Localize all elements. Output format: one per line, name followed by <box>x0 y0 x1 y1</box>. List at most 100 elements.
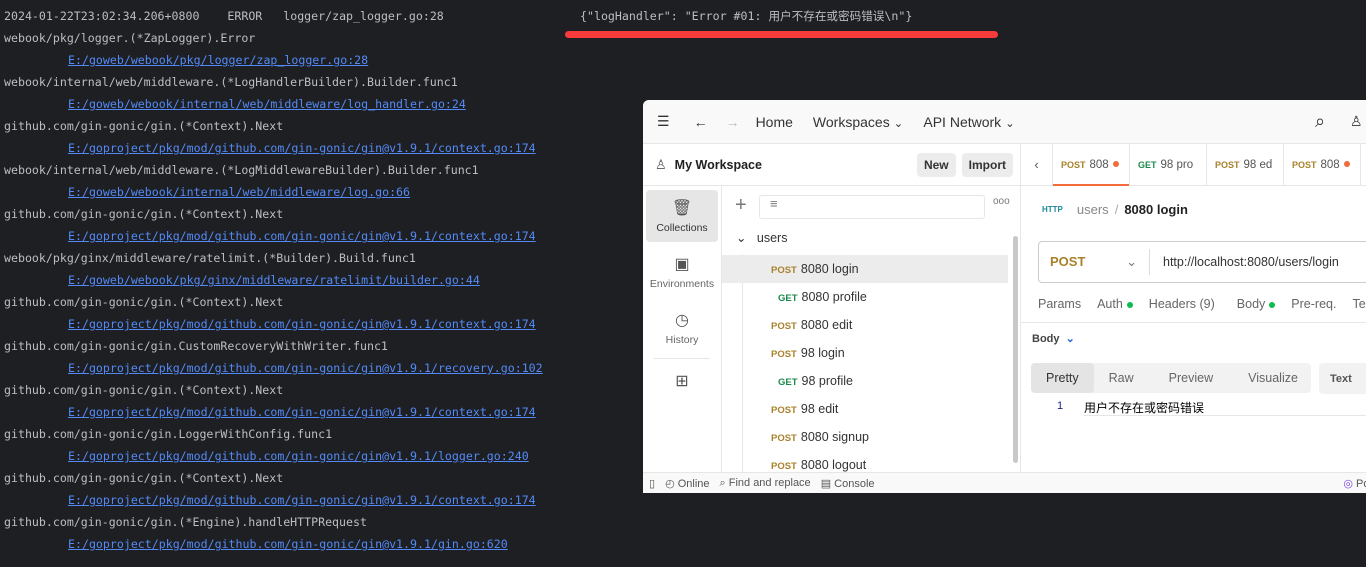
stack-frame: webook/pkg/logger.(*ZapLogger).Error <box>4 31 256 45</box>
url-input[interactable]: http://localhost:8080/users/login <box>1150 255 1339 269</box>
rail-label: Collections <box>656 222 708 234</box>
invite-user-icon[interactable]: ♙ <box>1350 113 1363 130</box>
log-message: {"logHandler": "Error #01: 用户不存在或密码错误\n"… <box>580 9 913 23</box>
method-badge: POST <box>1215 159 1240 170</box>
chevron-down-icon: ⌄ <box>1126 254 1137 269</box>
menu-icon[interactable]: ☰ <box>657 113 670 130</box>
request-item[interactable]: POST 8080 edit <box>722 311 1008 339</box>
back-icon[interactable]: ← <box>694 114 708 130</box>
response-body-text[interactable]: 用户不存在或密码错误 <box>1084 399 1366 416</box>
source-link[interactable]: E:/goweb/webook/pkg/ginx/middleware/rate… <box>68 269 480 291</box>
request-item[interactable]: POST 98 edit <box>722 395 1008 423</box>
workspace-name: My Workspace <box>674 157 762 172</box>
chevron-down-icon: ⌄ <box>893 116 904 130</box>
request-name: 8080 logout <box>800 458 867 472</box>
method-badge: POST <box>1292 159 1317 170</box>
postbot-label: Post <box>1355 477 1366 490</box>
chevron-down-icon: ⌄ <box>736 231 747 245</box>
breadcrumb: HTTP users/ 8080 login <box>1042 202 1188 217</box>
request-item[interactable]: GET 8080 profile <box>722 283 1008 311</box>
request-option-tab[interactable]: Pre-req. <box>1291 297 1336 311</box>
request-item[interactable]: POST 8080 signup <box>722 423 1008 451</box>
breadcrumb-parent[interactable]: users <box>1077 202 1109 217</box>
format-select[interactable]: Text <box>1319 363 1366 394</box>
source-link[interactable]: E:/goproject/pkg/mod/github.com/gin-goni… <box>68 489 536 511</box>
nav-api-network[interactable]: API Network ⌄ <box>923 114 1014 130</box>
method-badge: POST <box>771 349 797 360</box>
console-label: Console <box>834 477 875 490</box>
rail-collections[interactable]: 🗑 Collections <box>646 190 718 242</box>
method-badge: POST <box>771 321 797 332</box>
tab-label: Te <box>1352 297 1366 311</box>
request-item[interactable]: POST 98 login <box>722 339 1008 367</box>
unsaved-dot <box>1343 161 1350 168</box>
stack-frame: github.com/gin-gonic/gin.(*Context).Next <box>4 207 284 221</box>
tab-label: Auth <box>1097 297 1123 311</box>
toggle-sidebar-icon[interactable]: ▯ <box>649 477 655 490</box>
chevron-left-icon[interactable]: ‹ <box>1021 143 1053 186</box>
apps-plus-icon: ⊞ <box>675 373 689 390</box>
rail-history[interactable]: ◷ History <box>646 302 718 354</box>
request-option-tab[interactable]: Auth <box>1097 297 1133 311</box>
source-link[interactable]: E:/goweb/webook/internal/web/middleware/… <box>68 181 410 203</box>
forward-icon[interactable]: → <box>726 114 740 130</box>
collection-name: users <box>756 231 788 245</box>
request-tab[interactable]: GET 98 pro <box>1130 143 1207 186</box>
view-tab[interactable]: Raw <box>1094 363 1149 393</box>
scrollbar[interactable] <box>1013 236 1018 463</box>
request-option-tab[interactable]: Params <box>1038 297 1081 311</box>
active-dot <box>1126 301 1133 308</box>
tab-label: Body <box>1236 297 1266 311</box>
console-button[interactable]: ▤ Console <box>821 477 875 490</box>
request-tab[interactable]: POST 808 <box>1053 143 1130 186</box>
request-option-tab[interactable]: Te <box>1352 297 1365 311</box>
search-icon[interactable]: ⌕ <box>1315 111 1325 132</box>
source-link[interactable]: E:/goweb/webook/pkg/logger/zap_logger.go… <box>68 49 368 71</box>
request-option-tab[interactable]: Body <box>1237 297 1276 311</box>
request-tabs: ‹ POST 808 GET 98 pro POST 98 ed POST 808 <box>1021 143 1366 186</box>
view-tab[interactable]: Preview <box>1149 363 1233 393</box>
http-icon: HTTP <box>1042 205 1063 214</box>
nav-workspaces[interactable]: Workspaces ⌄ <box>813 114 903 130</box>
source-link[interactable]: E:/goweb/webook/internal/web/middleware/… <box>68 93 466 115</box>
request-tab[interactable]: POST 808 <box>1284 143 1361 186</box>
nav-workspaces-label: Workspaces <box>812 113 890 130</box>
source-link[interactable]: E:/goproject/pkg/mod/github.com/gin-goni… <box>68 445 529 467</box>
view-tab[interactable]: Visualize <box>1233 363 1313 393</box>
method-badge: GET <box>778 293 798 304</box>
add-icon[interactable]: + <box>735 194 747 217</box>
stack-frame: github.com/gin-gonic/gin.(*Context).Next <box>4 383 284 397</box>
method-select[interactable]: POST ⌄ <box>1039 249 1150 275</box>
request-item[interactable]: POST 8080 login <box>722 255 1008 283</box>
new-button[interactable]: New <box>916 152 956 177</box>
status-bar: ▯ ◴ Online ⌕ Find and replace ▤ Console … <box>643 472 1366 493</box>
view-tab[interactable]: Pretty <box>1031 363 1094 393</box>
request-tab[interactable]: POST 98 ed <box>1207 143 1284 186</box>
rail-label: Environments <box>649 278 715 290</box>
source-link[interactable]: E:/goproject/pkg/mod/github.com/gin-goni… <box>68 533 508 555</box>
source-link[interactable]: E:/goproject/pkg/mod/github.com/gin-goni… <box>68 225 536 247</box>
request-option-tab[interactable]: Headers (9) <box>1149 297 1215 311</box>
filter-input[interactable]: ≡ <box>759 195 985 219</box>
request-item[interactable]: GET 98 profile <box>722 367 1008 395</box>
import-button[interactable]: Import <box>961 152 1013 177</box>
source-link[interactable]: E:/goproject/pkg/mod/github.com/gin-goni… <box>68 137 536 159</box>
request-name: 8080 profile <box>801 290 867 304</box>
find-replace-button[interactable]: ⌕ Find and replace <box>720 477 811 490</box>
online-status[interactable]: ◴ Online <box>665 477 709 490</box>
stack-frame: github.com/gin-gonic/gin.(*Engine).handl… <box>4 515 367 529</box>
rail-environments[interactable]: ▣ Environments <box>646 246 718 298</box>
source-link[interactable]: E:/goproject/pkg/mod/github.com/gin-goni… <box>68 401 536 423</box>
collection-users[interactable]: ⌄ users <box>736 230 787 245</box>
request-name: 98 login <box>800 346 845 360</box>
nav-home[interactable]: Home <box>756 114 793 130</box>
source-link[interactable]: E:/goproject/pkg/mod/github.com/gin-goni… <box>68 357 543 379</box>
source-link[interactable]: E:/goproject/pkg/mod/github.com/gin-goni… <box>68 313 536 335</box>
postbot-button[interactable]: ◎ Post <box>1343 477 1366 490</box>
more-options-icon[interactable]: ooo <box>993 196 1010 207</box>
history-icon: ◷ <box>675 312 689 329</box>
response-body-dropdown[interactable]: Body ⌄ <box>1032 332 1075 345</box>
request-name: 98 profile <box>801 374 853 388</box>
add-widget-button[interactable]: ⊞ <box>646 363 718 399</box>
stack-frame: github.com/gin-gonic/gin.(*Context).Next <box>4 119 284 133</box>
